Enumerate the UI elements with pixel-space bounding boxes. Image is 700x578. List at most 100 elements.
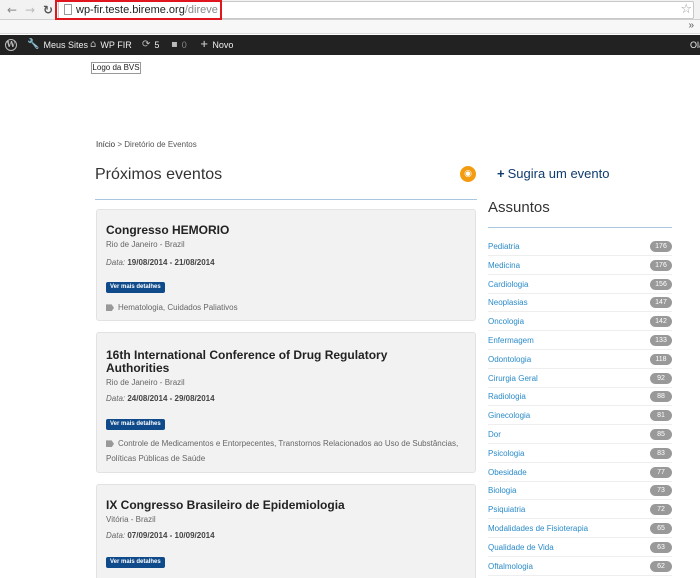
subject-item[interactable]: Enfermagem 133 <box>488 332 672 350</box>
subject-name[interactable]: Cirurgia Geral <box>488 374 538 383</box>
subject-count-badge: 81 <box>650 410 672 422</box>
subjects-title: Assuntos <box>488 199 550 216</box>
subject-name[interactable]: Modalidades de Fisioterapia <box>488 524 588 533</box>
subject-name[interactable]: Oncologia <box>488 317 524 326</box>
subject-count-badge: 118 <box>650 353 672 365</box>
event-tags-text[interactable]: Controle de Medicamentos e Entorpecentes… <box>106 439 458 463</box>
subject-name[interactable]: Neoplasias <box>488 298 528 307</box>
subject-count-badge: 147 <box>650 297 672 309</box>
browser-toolbar: ← → ↻ wp-fir.teste.bireme.org/direve ☆ <box>0 0 700 20</box>
breadcrumb-separator: > <box>117 140 123 149</box>
back-arrow-icon[interactable]: ← <box>4 2 20 18</box>
event-date-label: Data: <box>106 258 126 267</box>
new-content-menu[interactable]: + Novo <box>200 35 233 55</box>
updates-icon: ⟳ <box>142 39 151 50</box>
bookmark-star-icon[interactable]: ☆ <box>680 2 692 17</box>
subjects-divider <box>488 227 672 228</box>
reload-icon[interactable]: ↻ <box>40 2 56 18</box>
account-menu[interactable]: Olá <box>690 35 700 55</box>
event-details-button[interactable]: Ver mais detalhes <box>106 282 165 293</box>
suggest-event-link[interactable]: + Sugira um evento <box>497 166 610 181</box>
subject-name[interactable]: Dor <box>488 430 501 439</box>
event-title[interactable]: Congresso HEMORIO <box>106 224 396 237</box>
event-tags: Controle de Medicamentos e Entorpecentes… <box>106 436 466 466</box>
subject-item[interactable]: Oftalmologia 62 <box>488 558 672 576</box>
event-location: Rio de Janeiro - Brazil <box>106 240 185 249</box>
event-details-button[interactable]: Ver mais detalhes <box>106 419 165 430</box>
site-name-menu[interactable]: ⌂ WP FIR <box>90 35 132 55</box>
subject-name[interactable]: Qualidade de Vida <box>488 543 554 552</box>
subject-name[interactable]: Medicina <box>488 261 520 270</box>
event-title[interactable]: 16th International Conference of Drug Re… <box>106 349 396 375</box>
subject-name[interactable]: Odontologia <box>488 355 531 364</box>
subject-name[interactable]: Ginecologia <box>488 411 530 420</box>
subject-item[interactable]: Obesidade 77 <box>488 464 672 482</box>
new-content-label: Novo <box>212 40 234 50</box>
subject-count-badge: 142 <box>650 316 672 328</box>
subject-item[interactable]: Cirurgia Geral 92 <box>488 370 672 388</box>
event-location: Rio de Janeiro - Brazil <box>106 378 185 387</box>
subject-item[interactable]: Cardiologia 156 <box>488 276 672 294</box>
title-divider <box>95 199 477 200</box>
subject-item[interactable]: Neoplasias 147 <box>488 294 672 313</box>
breadcrumb: Início > Diretório de Eventos <box>96 140 197 149</box>
updates-count: 5 <box>154 40 160 50</box>
subject-item[interactable]: Qualidade de Vida 63 <box>488 539 672 557</box>
subject-item[interactable]: Oncologia 142 <box>488 313 672 332</box>
tag-icon <box>106 304 114 312</box>
subject-item[interactable]: Psicologia 83 <box>488 445 672 463</box>
subject-count-badge: 88 <box>650 391 672 403</box>
bookmarks-more-button[interactable]: » <box>688 20 694 31</box>
event-card: Congresso HEMORIO Rio de Janeiro - Brazi… <box>96 209 476 321</box>
subject-item[interactable]: Biologia 73 <box>488 482 672 501</box>
wrench-icon: 🔧 <box>27 39 40 50</box>
site-name-label: WP FIR <box>100 40 132 50</box>
subject-count-badge: 73 <box>650 485 672 497</box>
plus-icon: + <box>200 39 209 50</box>
my-sites-menu[interactable]: 🔧 Meus Sites <box>27 35 88 55</box>
subject-item[interactable]: Ginecologia 81 <box>488 407 672 426</box>
subject-count-badge: 92 <box>650 372 672 384</box>
event-details-button[interactable]: Ver mais detalhes <box>106 557 165 568</box>
rss-feed-icon[interactable]: ◉ <box>460 166 476 182</box>
event-date-label: Data: <box>106 394 126 403</box>
subject-count-badge: 63 <box>650 541 672 553</box>
comments-menu[interactable]: ▪ 0 <box>171 35 187 55</box>
subject-item[interactable]: Pediatria 176 <box>488 238 672 256</box>
subject-name[interactable]: Pediatria <box>488 242 520 251</box>
subject-name[interactable]: Cardiologia <box>488 280 528 289</box>
subject-name[interactable]: Biologia <box>488 486 516 495</box>
wp-logo-button[interactable]: W <box>5 35 17 55</box>
subject-count-badge: 176 <box>650 259 672 271</box>
plus-icon: + <box>497 166 505 181</box>
subject-item[interactable]: Modalidades de Fisioterapia 65 <box>488 520 672 538</box>
subject-item[interactable]: Psiquiatria 72 <box>488 501 672 520</box>
event-tags-text[interactable]: Hematologia, Cuidados Paliativos <box>118 303 238 312</box>
home-icon: ⌂ <box>90 39 97 50</box>
subject-count-badge: 72 <box>650 504 672 516</box>
subject-count-badge: 176 <box>650 241 672 252</box>
subject-count-badge: 133 <box>650 335 672 346</box>
event-date: Data: 07/09/2014 - 10/09/2014 <box>106 531 215 540</box>
subject-item[interactable]: Dor 85 <box>488 426 672 444</box>
subject-item[interactable]: Odontologia 118 <box>488 351 672 369</box>
subject-name[interactable]: Obesidade <box>488 468 527 477</box>
subject-count-badge: 65 <box>650 523 672 534</box>
subject-name[interactable]: Enfermagem <box>488 336 534 345</box>
subject-name[interactable]: Radiologia <box>488 392 526 401</box>
event-card: 16th International Conference of Drug Re… <box>96 332 476 473</box>
forward-arrow-icon[interactable]: → <box>22 2 38 18</box>
event-title[interactable]: IX Congresso Brasileiro de Epidemiologia <box>106 499 396 512</box>
site-logo[interactable]: Logo da BVS <box>91 62 141 74</box>
breadcrumb-home-link[interactable]: Início <box>96 140 115 149</box>
subject-item[interactable]: Radiologia 88 <box>488 388 672 407</box>
subject-item[interactable]: Medicina 176 <box>488 257 672 275</box>
subject-count-badge: 156 <box>650 278 672 290</box>
greeting-label: Olá <box>690 40 700 50</box>
comment-icon: ▪ <box>171 39 178 50</box>
event-location: Vitória - Brazil <box>106 515 156 524</box>
updates-menu[interactable]: ⟳ 5 <box>142 35 159 55</box>
subject-name[interactable]: Oftalmologia <box>488 562 533 571</box>
subject-name[interactable]: Psiquiatria <box>488 505 525 514</box>
subject-name[interactable]: Psicologia <box>488 449 524 458</box>
